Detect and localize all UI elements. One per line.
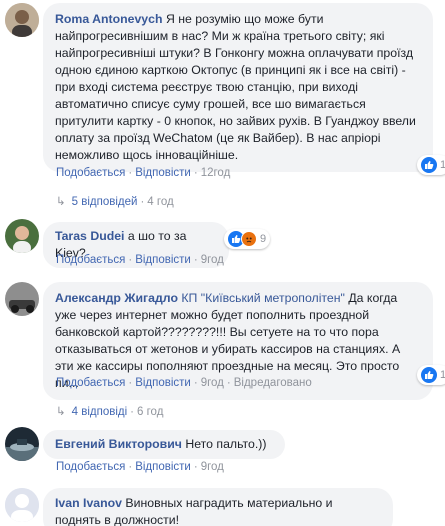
comment-author[interactable]: Roma Antonevych: [55, 12, 163, 26]
reaction-badge[interactable]: 1: [417, 155, 445, 175]
reaction-count: 1: [440, 159, 445, 171]
reaction-count: 9: [260, 233, 267, 245]
reaction-badge[interactable]: 1: [417, 365, 445, 385]
replies-time: 4 год: [147, 196, 174, 208]
avatar[interactable]: [5, 3, 39, 37]
avatar[interactable]: [5, 282, 39, 316]
reply-button[interactable]: Відповісти: [135, 461, 191, 473]
comment-bubble: Евгений Викторович Нето пальто.)): [43, 430, 285, 459]
reply-arrow-icon: ↳: [56, 406, 66, 418]
replies-count[interactable]: 4 відповіді: [72, 406, 128, 418]
comment-text: Да когда уже через интернет можно будет …: [55, 291, 401, 390]
replies-time: 6 год: [137, 406, 164, 418]
comment-time[interactable]: 9год: [201, 377, 224, 389]
comment-actions: Подобається · Відповісти · 9год: [56, 461, 224, 473]
like-button[interactable]: Подобається: [56, 254, 125, 266]
comment-time[interactable]: 12год: [201, 167, 231, 179]
like-button[interactable]: Подобається: [56, 377, 125, 389]
reply-button[interactable]: Відповісти: [135, 377, 191, 389]
reply-arrow-icon: ↳: [56, 196, 66, 208]
comment-author[interactable]: Taras Dudei: [55, 229, 124, 243]
like-button[interactable]: Подобається: [56, 167, 125, 179]
view-replies-link[interactable]: ↳ 5 відповідей · 4 год: [56, 194, 174, 208]
reaction-count: 1: [440, 369, 445, 381]
comment-actions: Подобається · Відповісти · 12год: [56, 167, 231, 179]
comment-author[interactable]: Евгений Викторович: [55, 437, 182, 451]
view-replies-link[interactable]: ↳ 4 відповіді · 6 год: [56, 404, 163, 418]
comment-bubble: Roma Antonevych Я не розумію що може бут…: [43, 3, 433, 172]
comment-author[interactable]: Ivan Ivanov: [55, 496, 122, 510]
comment-author[interactable]: Александр Жигадло: [55, 291, 178, 305]
angry-reaction-icon: [241, 231, 257, 247]
like-reaction-icon: [421, 367, 437, 383]
avatar[interactable]: [5, 219, 39, 253]
reaction-badge[interactable]: 9: [224, 229, 271, 249]
like-reaction-icon: [421, 157, 437, 173]
comment-actions: Подобається · Відповісти · 9год · Відредагован…: [56, 377, 312, 389]
replies-count[interactable]: 5 відповідей: [72, 196, 138, 208]
comment-text: Нето пальто.)): [185, 437, 267, 451]
like-button[interactable]: Подобається: [56, 461, 125, 473]
reply-button[interactable]: Відповісти: [135, 254, 191, 266]
reply-button[interactable]: Відповісти: [135, 167, 191, 179]
comment-time[interactable]: 9год: [201, 254, 224, 266]
comment-actions: Подобається · Відповісти · 9год: [56, 254, 224, 266]
comment-text: Я не розумію що може бути найпрогресивні…: [55, 12, 416, 162]
comment-time[interactable]: 9год: [201, 461, 224, 473]
edited-label[interactable]: Відредаговано: [234, 377, 312, 389]
comment-bubble: Ivan Ivanov Виновных наградить материаль…: [43, 488, 393, 526]
avatar[interactable]: [5, 488, 39, 522]
avatar[interactable]: [5, 427, 39, 461]
mentioned-page-link[interactable]: КП "Київський метрополітен": [181, 291, 345, 305]
